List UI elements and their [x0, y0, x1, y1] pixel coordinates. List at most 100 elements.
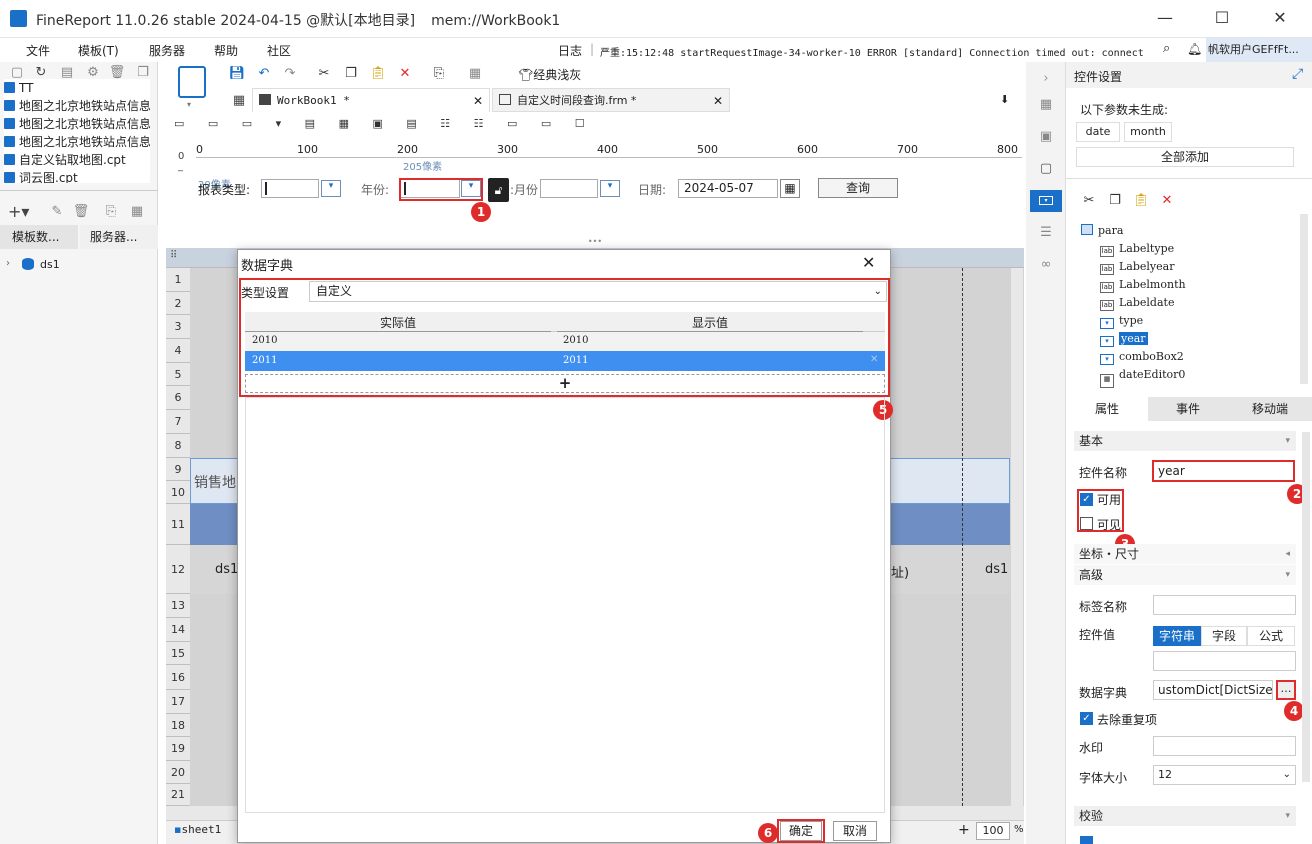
component-icon[interactable]: ▣ — [1037, 128, 1055, 146]
row-header[interactable]: 5 — [166, 363, 190, 386]
value-type-string[interactable]: 字符串 — [1153, 626, 1201, 646]
form-editor-icon[interactable] — [178, 66, 206, 98]
cut-icon[interactable]: ✂ — [1080, 192, 1098, 210]
dropdown-icon[interactable]: ▾ — [600, 180, 620, 197]
grid-icon[interactable]: ⠿ — [170, 250, 177, 261]
copy-icon[interactable]: ❐ — [1106, 192, 1124, 210]
row-header[interactable]: 14 — [166, 618, 190, 642]
row-header[interactable]: 17 — [166, 690, 190, 714]
tab-properties[interactable]: 属性 — [1066, 397, 1148, 421]
row-header[interactable]: 9 — [166, 458, 190, 481]
tab-events[interactable]: 事件 — [1148, 397, 1228, 421]
cancel-button[interactable]: 取消 — [833, 821, 877, 841]
tab-mobile[interactable]: 移动端 — [1228, 397, 1312, 421]
grid-icon[interactable]: ▦ — [466, 65, 484, 83]
zoom-input[interactable]: 100 — [976, 822, 1010, 840]
row-header[interactable]: 10 — [166, 481, 190, 504]
delete-icon[interactable]: 🗑︎ — [72, 203, 90, 221]
edit-icon[interactable]: ✎ — [48, 203, 66, 221]
preview-icon[interactable]: ⎘ — [102, 203, 120, 221]
date-editor[interactable]: 2024-05-07 — [678, 179, 778, 198]
dropdown-icon[interactable]: ▾ — [321, 180, 341, 197]
close-icon[interactable]: ✕ — [862, 253, 875, 272]
row-header[interactable]: 1 — [166, 268, 190, 292]
lock-icon[interactable]: 🔓︎ — [488, 178, 509, 202]
value-type-formula[interactable]: 公式 — [1247, 626, 1295, 646]
month-combobox[interactable] — [540, 179, 598, 198]
query-button[interactable]: 查询 — [818, 178, 898, 198]
redo-icon[interactable]: ↷ — [281, 65, 299, 83]
menu-template[interactable]: 模板(T) — [78, 42, 119, 59]
widget-toolbar[interactable]: ▭ ▭ ▭ ▾ ▤ ▦ ▣ ▤ ☷ ☷ ▭ ▭ ☐ ▦ ▤▸ — [174, 117, 594, 135]
row-header[interactable]: 13 — [166, 594, 190, 618]
close-tab-icon[interactable]: ✕ — [473, 89, 483, 113]
row-header[interactable]: 18 — [166, 714, 190, 737]
grid-icon[interactable]: ▦ — [230, 92, 248, 110]
section-basic[interactable]: 基本 ▾ — [1074, 431, 1296, 451]
preview-icon[interactable]: ⎘ — [430, 65, 448, 83]
row-header[interactable]: 19 — [166, 737, 190, 761]
tree-item-dateeditor0[interactable]: ▦ dateEditor0 — [1100, 366, 1185, 388]
layout-icon[interactable]: ▢ — [1037, 160, 1055, 178]
label-month[interactable]: 月份: — [510, 181, 538, 198]
file-item[interactable]: 地图之北京地铁站点信息 — [4, 133, 150, 151]
add-datasource-icon[interactable]: +▾ — [8, 203, 29, 221]
row-header[interactable]: 3 — [166, 315, 190, 339]
section-advanced[interactable]: 高级 ▾ — [1074, 565, 1296, 585]
tab-workbook1[interactable]: WorkBook1 * ✕ — [252, 88, 490, 112]
dedupe-checkbox[interactable]: ✓ — [1080, 712, 1093, 725]
widget-settings-tab[interactable]: ▾ — [1030, 190, 1062, 212]
row-header[interactable]: 2 — [166, 292, 190, 315]
close-icon[interactable]: ✕ — [1270, 8, 1290, 28]
maximize-icon[interactable]: ☐ — [1212, 8, 1232, 28]
menu-file[interactable]: 文件 — [26, 42, 50, 59]
chevron-down-icon[interactable]: ▾ — [187, 100, 191, 109]
bell-icon[interactable]: 🔔︎ — [1187, 42, 1202, 56]
cell-address[interactable]: 址) — [891, 562, 909, 581]
tree-item-labeltype[interactable]: lab Labeltype — [1100, 240, 1174, 258]
menu-server[interactable]: 服务器 — [149, 42, 185, 59]
save-icon[interactable]: 💾︎ — [228, 65, 246, 83]
log-label[interactable]: 日志 — [558, 42, 582, 59]
delete-icon[interactable]: ✕ — [396, 65, 414, 83]
data-dictionary-input[interactable]: ustomDict[DictSize:2] — [1153, 680, 1273, 700]
tree-item-labelyear[interactable]: lab Labelyear — [1100, 258, 1174, 276]
more-icon[interactable]: … — [1276, 680, 1296, 700]
file-item[interactable]: 地图之北京地铁站点信息 — [4, 97, 150, 115]
tree-scrollbar[interactable] — [1300, 214, 1308, 384]
list-icon[interactable]: ☰ — [1037, 224, 1055, 242]
tab-menu-icon[interactable]: ⬇ — [1000, 93, 1009, 106]
row-header[interactable]: 4 — [166, 339, 190, 363]
delete-icon[interactable]: ✕ — [1158, 192, 1176, 210]
tab-template-dataset[interactable]: 模板数... — [0, 225, 78, 249]
row-header[interactable]: 21 — [166, 784, 190, 806]
tree-item-labelmonth[interactable]: lab Labelmonth — [1100, 276, 1186, 294]
expand-icon[interactable]: ⤢ — [1292, 66, 1303, 82]
row-header[interactable]: 15 — [166, 642, 190, 665]
copy-icon[interactable]: ❐ — [342, 65, 360, 83]
row-header[interactable]: 6 — [166, 386, 190, 410]
theme-button[interactable]: 👕︎经典浅灰 — [518, 66, 581, 83]
tree-item-labeldate[interactable]: lab Labeldate — [1100, 294, 1174, 312]
label-year[interactable]: 年份: — [361, 181, 389, 198]
label-report-type[interactable]: 报表类型: — [198, 181, 250, 198]
cut-icon[interactable]: ✂ — [315, 65, 333, 83]
row-header[interactable]: 7 — [166, 410, 190, 434]
tab-custom-time-query[interactable]: 自定义时间段查询.frm * ✕ — [492, 88, 730, 112]
grid-icon[interactable]: ▦ — [128, 203, 146, 221]
close-tab-icon[interactable]: ✕ — [713, 89, 723, 113]
tab-server-dataset[interactable]: 服务器... — [80, 225, 158, 249]
widget-name-input[interactable]: year — [1152, 460, 1295, 482]
cell-ds1[interactable]: ds1 — [215, 562, 238, 577]
file-item[interactable]: 自定义钻取地图.cpt — [4, 151, 150, 169]
row-header[interactable]: 11 — [166, 504, 190, 545]
user-name[interactable]: 帆软用户GEFfFt... — [1206, 38, 1312, 62]
chevron-down-icon[interactable]: ⌄ — [1283, 766, 1291, 784]
file-item[interactable]: 词云图.cpt — [4, 169, 150, 183]
section-coordinates[interactable]: 坐标・尺寸 ◂ — [1074, 544, 1296, 564]
row-header[interactable]: 16 — [166, 665, 190, 690]
zoom-in-icon[interactable]: + — [958, 822, 970, 838]
cell-ds1[interactable]: ds1 — [985, 562, 1008, 577]
minimize-icon[interactable]: — — [1155, 8, 1175, 28]
file-item[interactable]: TT — [4, 79, 150, 97]
